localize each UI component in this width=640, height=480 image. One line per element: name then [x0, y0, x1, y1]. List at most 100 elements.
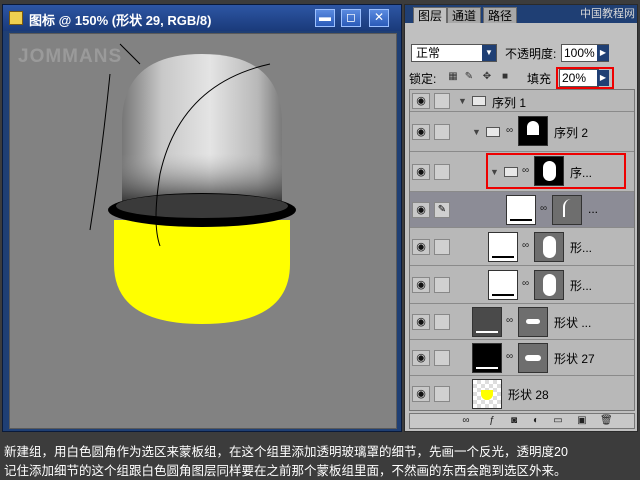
tab-channels[interactable]: 通道 — [447, 7, 482, 23]
visibility-eye-icon[interactable]: ◉ — [412, 93, 430, 109]
restore-button[interactable]: ◻ — [341, 9, 361, 27]
layer-row[interactable]: ◉ ∞ 形状 ... — [410, 304, 634, 340]
add-mask-icon[interactable]: ◙ — [508, 415, 520, 427]
opacity-label: 不透明度: — [505, 47, 557, 61]
layer-row-selected[interactable]: ◉ ✎ ∞ ... — [410, 192, 634, 228]
layer-row[interactable]: ◉ ∞ 形状 27 — [410, 340, 634, 376]
vector-mask-thumbnail[interactable] — [518, 307, 548, 337]
caption-line-2: 记住添加细节的这个组跟白色圆角图层同样要在之前那个蒙板组里面，不然画的东西会跑到… — [4, 464, 567, 478]
add-style-icon[interactable]: ƒ — [486, 415, 498, 427]
link-layers-icon[interactable]: ∞ — [460, 415, 472, 427]
capsule-artwork — [89, 43, 296, 324]
close-button[interactable]: ✕ — [369, 9, 389, 27]
lock-all-icon[interactable]: ■ — [499, 71, 511, 83]
chain-link-icon: ∞ — [506, 315, 514, 326]
link-toggle[interactable] — [434, 277, 450, 293]
screenshot-frame: 图标 @ 150% (形状 29, RGB/8) ▬ ◻ ✕ JOMMANS 图… — [0, 0, 640, 435]
chain-link-icon: ∞ — [540, 203, 548, 214]
link-toggle[interactable] — [434, 124, 450, 140]
layer-name: 形状 27 — [554, 352, 595, 366]
link-toggle[interactable] — [434, 239, 450, 255]
lock-position-icon[interactable]: ✥ — [481, 71, 493, 83]
layer-thumbnail[interactable] — [488, 270, 518, 300]
tutorial-caption: 新建组，用白色圆角作为选区来蒙板组，在这个组里添加透明玻璃罩的细节，先画一个反光… — [0, 437, 640, 480]
chevron-down-icon[interactable]: ▼ — [482, 45, 496, 61]
photoshop-document-icon — [9, 11, 23, 25]
opacity-slider-arrow-icon[interactable]: ▶ — [597, 45, 609, 61]
layer-row[interactable]: ◉ ∞ 形... — [410, 228, 634, 266]
vector-mask-thumbnail[interactable] — [534, 232, 564, 262]
blend-mode-value: 正常 — [416, 46, 441, 60]
chain-link-icon: ∞ — [522, 240, 530, 251]
link-toggle[interactable] — [434, 386, 450, 402]
vector-mask-thumbnail[interactable] — [552, 195, 582, 225]
visibility-eye-icon[interactable]: ◉ — [412, 124, 430, 140]
layer-row[interactable]: ◉ ∞ 形... — [410, 266, 634, 304]
minimize-button[interactable]: ▬ — [315, 9, 335, 27]
vector-mask-thumbnail[interactable] — [534, 270, 564, 300]
caption-line-1: 新建组，用白色圆角作为选区来蒙板组，在这个组里添加透明玻璃罩的细节，先画一个反光… — [4, 445, 568, 459]
mask-thumbnail[interactable] — [518, 116, 548, 146]
canvas[interactable]: JOMMANS — [9, 33, 397, 429]
panel-tabs: 图层 通道 路径 中国教程网 — [405, 5, 637, 23]
lock-label: 锁定: — [409, 72, 437, 86]
visibility-eye-icon[interactable]: ◉ — [412, 350, 430, 366]
capsule-yellow-base — [114, 220, 290, 324]
chain-link-icon: ∞ — [506, 351, 514, 362]
chain-link-icon: ∞ — [506, 125, 514, 136]
lock-image-icon[interactable]: ✎ — [463, 71, 475, 83]
layer-name: 形... — [570, 279, 593, 293]
blend-opacity-row: 正常 ▼ 不透明度: 100% ▶ — [405, 43, 637, 65]
layer-thumbnail[interactable] — [472, 307, 502, 337]
layers-panel: 图层 通道 路径 中国教程网 正常 ▼ 不透明度: 100% ▶ 锁定: ▦ ✎… — [404, 4, 638, 432]
layer-name: 形... — [570, 241, 593, 255]
folder-icon — [486, 127, 500, 137]
fill-highlight-box — [556, 67, 614, 89]
layer-name: 形状 28 — [508, 388, 549, 402]
group-highlight-box — [486, 153, 626, 189]
layers-list: ◉ ▼ 序列 1 ◉ ▼ ∞ 序列 2 ◉ ▼ ∞ 序... ◉ ✎ ∞ ...… — [409, 89, 635, 411]
trash-icon[interactable]: 🗑 — [600, 415, 613, 427]
vector-mask-thumbnail[interactable] — [518, 343, 548, 373]
visibility-eye-icon[interactable]: ◉ — [412, 314, 430, 330]
layer-thumbnail[interactable] — [472, 379, 502, 409]
document-titlebar[interactable]: 图标 @ 150% (形状 29, RGB/8) ▬ ◻ ✕ — [3, 5, 401, 31]
layer-name: 序列 1 — [492, 96, 527, 110]
link-toggle[interactable] — [434, 350, 450, 366]
layer-row[interactable]: ◉ ▼ 序列 1 — [410, 90, 634, 112]
visibility-eye-icon[interactable]: ◉ — [412, 164, 430, 180]
adjustment-layer-icon[interactable]: ◐ — [530, 415, 542, 427]
tab-paths[interactable]: 路径 — [483, 7, 518, 23]
layer-name: ... — [588, 202, 599, 216]
visibility-eye-icon[interactable]: ◉ — [412, 239, 430, 255]
lock-fill-row: 锁定: ▦ ✎ ✥ ■ 填充 20% ▶ — [405, 67, 637, 89]
link-toggle[interactable] — [434, 93, 450, 109]
document-window: 图标 @ 150% (形状 29, RGB/8) ▬ ◻ ✕ JOMMANS — [2, 4, 402, 432]
blend-mode-select[interactable]: 正常 ▼ — [411, 44, 497, 62]
fill-label: 填充 — [527, 72, 552, 86]
visibility-eye-icon[interactable]: ◉ — [412, 202, 430, 218]
chain-link-icon: ∞ — [522, 278, 530, 289]
tab-layers[interactable]: 图层 — [413, 7, 448, 23]
lock-transparency-icon[interactable]: ▦ — [447, 71, 459, 83]
layer-thumbnail[interactable] — [488, 232, 518, 262]
site-watermark: 中国教程网 — [580, 8, 635, 20]
layer-name: 形状 ... — [554, 316, 592, 330]
layer-thumbnail[interactable] — [506, 195, 536, 225]
new-group-icon[interactable]: ▭ — [552, 415, 564, 427]
link-toggle[interactable] — [434, 164, 450, 180]
folder-icon — [472, 96, 486, 106]
link-toggle[interactable] — [434, 314, 450, 330]
expand-triangle-icon[interactable]: ▼ — [472, 127, 481, 137]
layer-row[interactable]: ◉ 形状 28 — [410, 376, 634, 410]
layer-thumbnail[interactable] — [472, 343, 502, 373]
layer-row[interactable]: ◉ ▼ ∞ 序列 2 — [410, 112, 634, 152]
new-layer-icon[interactable]: ▣ — [576, 415, 588, 427]
layer-name: 序列 2 — [554, 126, 589, 140]
document-title: 图标 @ 150% (形状 29, RGB/8) — [29, 13, 212, 28]
brush-icon[interactable]: ✎ — [434, 202, 450, 218]
visibility-eye-icon[interactable]: ◉ — [412, 386, 430, 402]
visibility-eye-icon[interactable]: ◉ — [412, 277, 430, 293]
expand-triangle-icon[interactable]: ▼ — [458, 96, 467, 106]
layer-row[interactable]: ◉ ▼ ∞ 序... — [410, 152, 634, 192]
